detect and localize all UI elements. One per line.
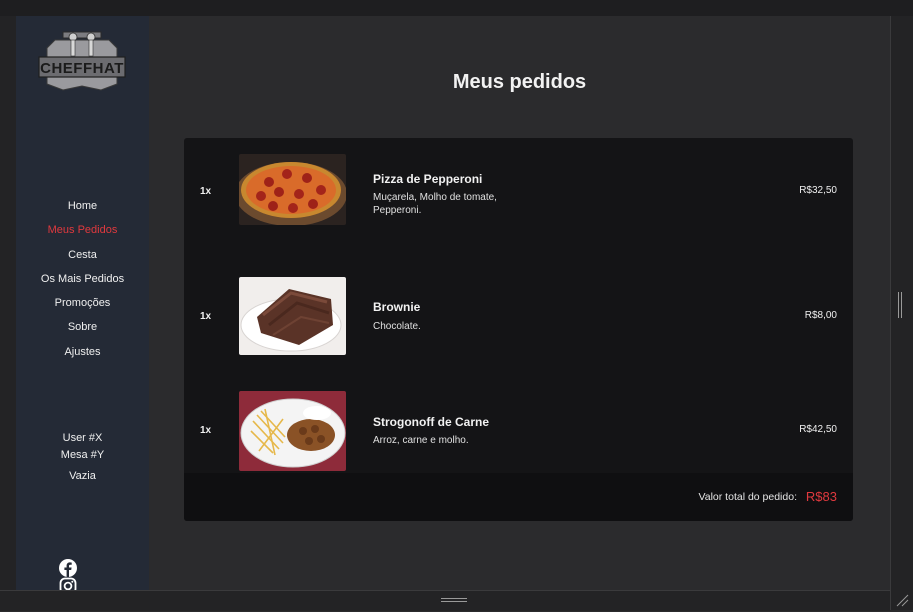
- order-qty: 1x: [200, 425, 212, 436]
- order-item-price: R$42,50: [799, 424, 837, 435]
- order-item-description: Chocolate.: [373, 321, 421, 332]
- cheffhat-logo[interactable]: CHEFFHAT: [37, 28, 127, 92]
- sidebar-nav: Home Meus Pedidos Cesta Os Mais Pedidos …: [16, 194, 149, 364]
- user-id: User #X: [62, 432, 103, 444]
- sidebar: CHEFFHAT Home Meus Pedidos Cesta Os Mais…: [16, 16, 149, 595]
- brownie-image: [239, 277, 346, 355]
- order-item-name: Brownie: [373, 300, 421, 314]
- orders-list: 1x Pizza de Pepperoni Muçarela, Molho de…: [184, 138, 853, 521]
- pepperoni-pizza-image: [239, 154, 346, 225]
- user-info: User #X Mesa #Y Vazia: [16, 430, 149, 485]
- order-qty: 1x: [200, 186, 212, 197]
- main-content: Meus pedidos 1x Pizza de Pepperoni Muçar…: [149, 16, 890, 590]
- order-item-description: Muçarela, Molho de tomate, Pepperoni.: [373, 192, 497, 216]
- horizontal-resize-handle[interactable]: [441, 598, 467, 604]
- sidebar-item-sobre[interactable]: Sobre: [16, 315, 149, 339]
- order-row[interactable]: 1x Brownie Chocolate. R$8,00: [184, 252, 853, 355]
- order-total-footer: Valor total do pedido: R$83: [184, 473, 853, 521]
- order-row[interactable]: 1x Strogonoff de Carne Arroz, carne e mo…: [184, 366, 853, 471]
- corner-resize-icon[interactable]: [895, 593, 909, 607]
- order-item-description: Arroz, carne e molho.: [373, 435, 469, 446]
- table-id: Mesa #Y: [60, 449, 105, 461]
- social-links: [59, 559, 107, 595]
- cart-status: Vazia: [69, 470, 96, 482]
- order-row[interactable]: 1x Pizza de Pepperoni Muçarela, Molho de…: [184, 138, 853, 238]
- beef-stroganoff-image: [239, 391, 346, 471]
- order-item-name: Pizza de Pepperoni: [373, 172, 483, 186]
- order-qty: 1x: [200, 311, 212, 322]
- facebook-icon[interactable]: [59, 559, 77, 577]
- sidebar-item-promocoes[interactable]: Promoções: [16, 291, 149, 315]
- window-left-edge: [0, 16, 16, 590]
- total-value: R$83: [805, 489, 837, 504]
- vertical-resize-handle[interactable]: [898, 292, 904, 318]
- order-item-price: R$32,50: [799, 185, 837, 196]
- sidebar-item-cesta[interactable]: Cesta: [16, 243, 149, 267]
- sidebar-item-meus-pedidos[interactable]: Meus Pedidos: [16, 218, 149, 242]
- sidebar-item-ajustes[interactable]: Ajustes: [16, 340, 149, 364]
- sidebar-item-mais-pedidos[interactable]: Os Mais Pedidos: [16, 267, 149, 291]
- total-label: Valor total do pedido:: [698, 491, 797, 503]
- order-item-price: R$8,00: [804, 310, 837, 321]
- window-top-bar: [0, 0, 913, 16]
- svg-text:CHEFFHAT: CHEFFHAT: [40, 60, 124, 77]
- order-item-name: Strogonoff de Carne: [373, 415, 489, 429]
- sidebar-item-home[interactable]: Home: [16, 194, 149, 218]
- page-title: Meus pedidos: [452, 71, 587, 94]
